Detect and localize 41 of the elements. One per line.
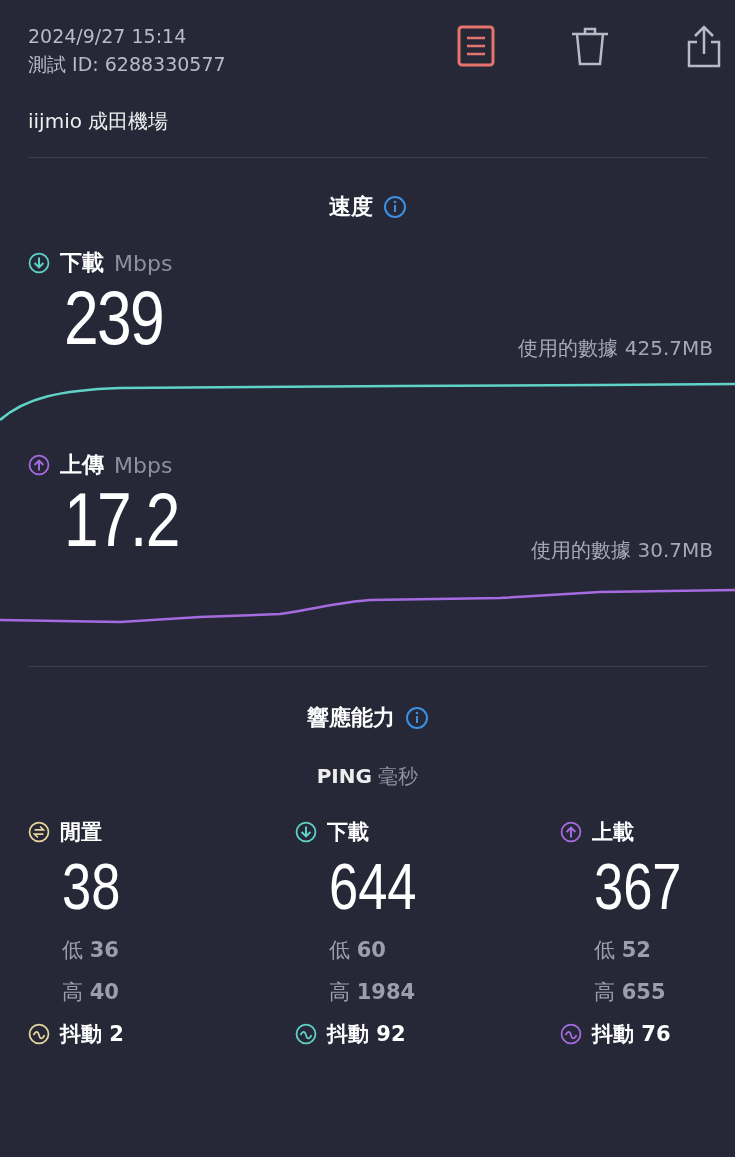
server-location: iijmio 成田機場 bbox=[28, 108, 170, 135]
ping-value: 644 bbox=[329, 852, 418, 922]
speed-value: 239 bbox=[64, 278, 164, 358]
ping-high: 高 1984 bbox=[329, 979, 417, 1006]
trash-icon bbox=[570, 25, 610, 67]
speed-label: 上傳 bbox=[60, 451, 104, 479]
ping-high: 高 40 bbox=[62, 979, 120, 1006]
jitter-value: 抖動 76 bbox=[592, 1021, 671, 1048]
speed-unit: Mbps bbox=[114, 452, 173, 478]
speed-value: 17.2 bbox=[64, 480, 179, 560]
idle-icon bbox=[28, 821, 50, 843]
test-id: 測試 ID: 6288330577 bbox=[28, 52, 226, 77]
download-icon bbox=[295, 821, 317, 843]
ping-value: 367 bbox=[594, 852, 683, 922]
ping-type-label: 閒置 bbox=[60, 819, 102, 846]
info-icon[interactable] bbox=[404, 706, 429, 730]
upload-icon bbox=[560, 821, 582, 843]
ping-type-label: 下載 bbox=[327, 819, 369, 846]
ping-high: 高 655 bbox=[594, 979, 667, 1006]
results-list-button[interactable] bbox=[455, 24, 497, 68]
section-title: 速度 bbox=[328, 193, 373, 221]
ping-unit: 毫秒 bbox=[378, 764, 419, 788]
data-used: 使用的數據 425.7MB bbox=[518, 335, 713, 362]
info-icon[interactable] bbox=[382, 195, 407, 219]
speed-unit: Mbps bbox=[114, 250, 173, 276]
list-icon bbox=[457, 25, 495, 67]
test-date: 2024/9/27 15:14 bbox=[28, 24, 188, 49]
ping-type-label: 上載 bbox=[592, 819, 634, 846]
ping-low: 低 52 bbox=[594, 937, 652, 964]
ping-label: PING bbox=[316, 764, 372, 788]
section-title: 響應能力 bbox=[306, 704, 395, 732]
ping-low: 低 36 bbox=[62, 937, 120, 964]
download-icon bbox=[28, 252, 50, 274]
data-used: 使用的數據 30.7MB bbox=[531, 537, 713, 564]
share-icon bbox=[687, 24, 721, 68]
ping-value: 38 bbox=[62, 852, 122, 922]
ping-low: 低 60 bbox=[329, 937, 387, 964]
jitter-value: 抖動 2 bbox=[60, 1021, 124, 1048]
jitter-value: 抖動 92 bbox=[327, 1021, 406, 1048]
speed-label: 下載 bbox=[60, 249, 104, 277]
upload-icon bbox=[28, 454, 50, 476]
